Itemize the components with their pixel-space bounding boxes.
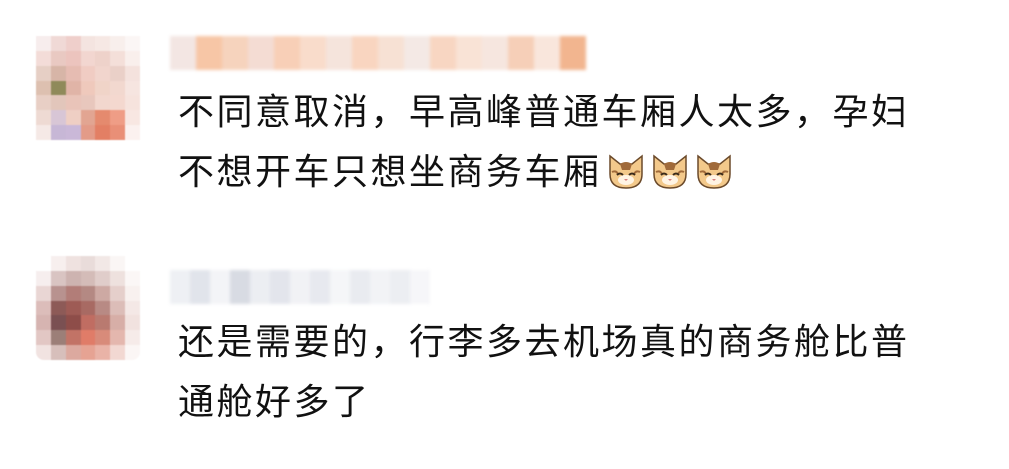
emoji-group	[606, 152, 734, 190]
comment-text: 不同意取消，早高峰普通车厢人太多，孕妇 不想开车只想坐商务车厢	[178, 83, 998, 203]
cat-face-emoji-icon	[652, 154, 687, 189]
username-blurred[interactable]	[170, 270, 430, 304]
cat-face-emoji-icon	[608, 154, 643, 189]
comment-text-line-2: 通舱好多了	[178, 382, 371, 423]
avatar[interactable]	[36, 36, 140, 140]
comment-text-line-2: 不想开车只想坐商务车厢	[178, 152, 602, 193]
username-blurred[interactable]	[170, 36, 586, 70]
comment-item: 不同意取消，早高峰普通车厢人太多，孕妇 不想开车只想坐商务车厢	[0, 0, 1009, 230]
comment-text: 还是需要的，行李多去机场真的商务舱比普 通舱好多了	[178, 313, 998, 433]
comment-item: 还是需要的，行李多去机场真的商务舱比普 通舱好多了	[0, 230, 1009, 469]
cat-face-emoji-icon	[696, 154, 731, 189]
comment-text-line-1: 不同意取消，早高峰普通车厢人太多，孕妇	[178, 92, 910, 133]
avatar[interactable]	[36, 256, 140, 360]
comment-text-line-1: 还是需要的，行李多去机场真的商务舱比普	[178, 322, 910, 363]
